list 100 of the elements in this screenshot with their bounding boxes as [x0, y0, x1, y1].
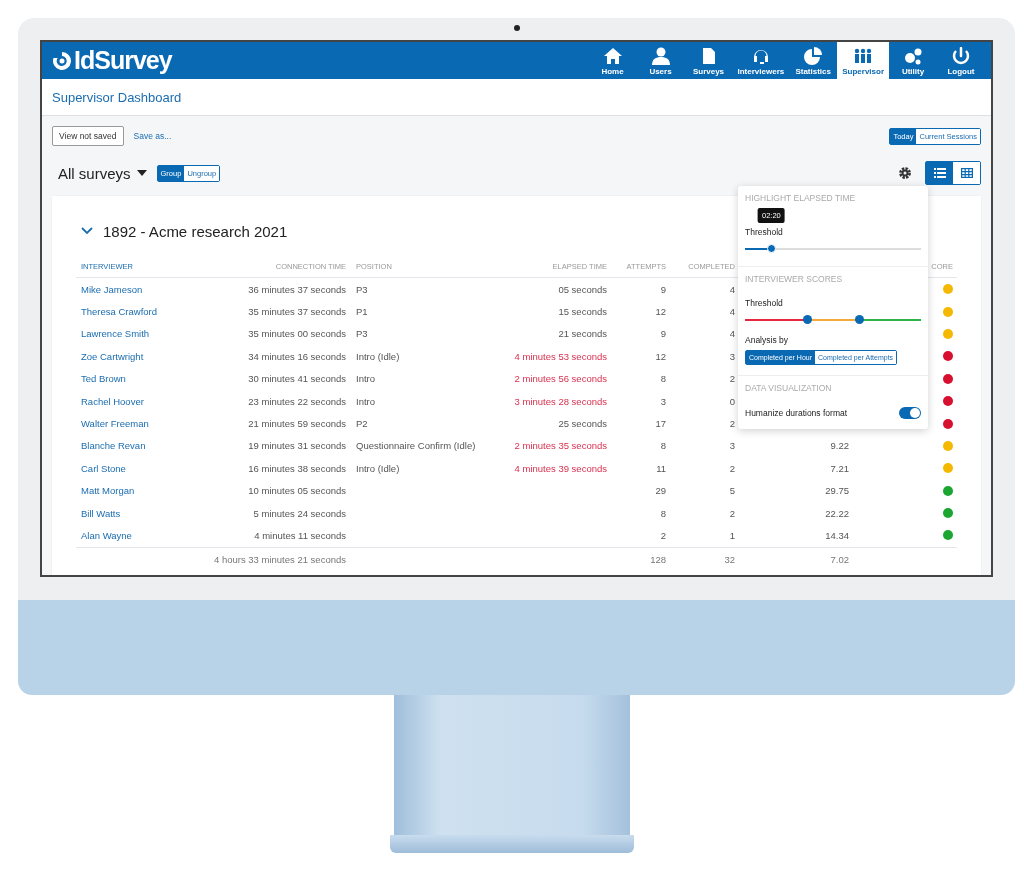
people-icon	[853, 47, 874, 65]
survey-dropdown[interactable]: All surveys	[58, 164, 147, 182]
interviewer-link[interactable]: Rachel Hoover	[81, 395, 144, 407]
toggle-label: Humanize durations format	[745, 408, 848, 418]
total-cell: 7.02	[830, 554, 849, 566]
threshold-label: Threshold	[745, 227, 784, 237]
table-cell: Intro (Idle)	[356, 350, 400, 362]
user-icon	[650, 47, 671, 65]
table-cell: 29	[655, 485, 666, 497]
range-thumb[interactable]	[802, 315, 812, 324]
nav-item[interactable]: Users	[636, 42, 685, 79]
toggle-switch[interactable]	[899, 407, 921, 419]
table-cell: 0	[729, 395, 735, 407]
table-cell: 12	[655, 350, 666, 362]
table-cell: 4 minutes 11 seconds	[254, 530, 346, 541]
total-cell: 128	[650, 554, 666, 566]
table-cell: 3	[729, 440, 735, 452]
table-cell: 17	[655, 418, 666, 430]
total-cell: 4 hours 33 minutes 21 seconds	[213, 554, 346, 566]
home-icon	[602, 47, 623, 65]
total-cell: 32	[724, 554, 735, 566]
table-cell: Intro (Idle)	[356, 462, 400, 474]
table-cell: 23 minutes 22 seconds	[248, 395, 346, 407]
interviewer-link[interactable]: Zoe Cartwright	[81, 350, 144, 362]
section-heading: HIGHLIGHT ELAPSED TIME	[745, 193, 857, 203]
table-cell: 2	[729, 462, 735, 474]
table-cell: 30 minutes 41 seconds	[248, 373, 346, 385]
interviewer-link[interactable]: Ted Brown	[81, 373, 126, 385]
nav-item[interactable]: Utility	[889, 42, 937, 79]
list-view-button[interactable]	[926, 162, 953, 184]
table-cell: 4 minutes 39 seconds	[514, 462, 607, 474]
table-cell: 35 minutes 00 seconds	[248, 328, 346, 340]
table-cell: 4	[729, 283, 735, 295]
table-cell: 12	[655, 306, 666, 318]
table-cell: 9.22	[830, 440, 849, 452]
table-cell: 16 minutes 38 seconds	[248, 462, 346, 474]
table-cell: 2 minutes 35 seconds	[514, 440, 607, 452]
table-cell: 9	[660, 283, 666, 295]
table-cell: Questionnaire Confirm (Idle)	[356, 440, 476, 452]
nav-item[interactable]: Interviewers	[732, 42, 790, 79]
table-cell: 1	[729, 530, 735, 541]
table-cell: 15 seconds	[558, 306, 607, 318]
table-cell: 4 minutes 53 seconds	[514, 350, 607, 362]
table-cell: P3	[356, 283, 368, 295]
section-heading: INTERVIEWER SCORES	[745, 274, 844, 284]
table-cell: 21 seconds	[558, 328, 607, 340]
table-cell: 05 seconds	[558, 283, 607, 295]
page-title: Supervisor Dashboard	[52, 89, 182, 105]
interviewer-link[interactable]: Lawrence Smith	[81, 328, 150, 340]
table-cell: 29.75	[825, 485, 849, 497]
nav-item[interactable]: Home	[588, 42, 637, 79]
power-icon	[951, 47, 971, 65]
table-cell: 8	[660, 507, 666, 519]
table-cell: 21 minutes 59 seconds	[248, 418, 346, 430]
table-cell: 25 seconds	[558, 418, 607, 430]
table-cell: 3	[729, 350, 735, 362]
table-cell: 19 minutes 31 seconds	[248, 440, 346, 452]
interviewer-link[interactable]: Carl Stone	[81, 462, 126, 474]
slider-thumb[interactable]	[767, 244, 777, 253]
table-cell: 3	[660, 395, 666, 407]
table-cell: 5 minutes 24 seconds	[253, 507, 346, 519]
table-cell: 36 minutes 37 seconds	[248, 283, 346, 295]
interviewer-link[interactable]: Blanche Revan	[81, 440, 146, 452]
nav-item[interactable]: Logout	[937, 42, 985, 79]
interviewer-link[interactable]: Theresa Crawford	[81, 306, 158, 318]
interviewer-link[interactable]: Mike Jameson	[81, 283, 143, 295]
table-cell: 8	[660, 373, 666, 385]
table-cell: 14.34	[825, 530, 849, 541]
nav-item[interactable]: Surveys	[684, 42, 733, 79]
table-cell: 2	[660, 530, 666, 541]
table-cell: P1	[356, 306, 368, 318]
settings-icon[interactable]	[898, 166, 912, 180]
view-button[interactable]: View not saved	[52, 126, 124, 146]
table-cell: 2 minutes 56 seconds	[514, 373, 607, 385]
table-cell: 4	[729, 328, 735, 340]
logo-icon	[52, 50, 72, 71]
table-cell: 22.22	[825, 507, 849, 519]
table-cell: 10 minutes 05 seconds	[248, 485, 346, 497]
save-as-link[interactable]: Save as...	[133, 131, 172, 141]
interviewer-link[interactable]: Alan Wayne	[81, 530, 132, 541]
interviewer-link[interactable]: Walter Freeman	[81, 418, 149, 430]
logo-text: IdSurvey	[74, 46, 172, 75]
interviewer-link[interactable]: Bill Watts	[81, 507, 121, 519]
table-cell: 3 minutes 28 seconds	[514, 395, 607, 407]
threshold-label: Threshold	[745, 298, 784, 308]
grid-icon	[960, 168, 973, 178]
survey-title: 1892 - Acme research 2021	[103, 222, 288, 240]
chevron-icon[interactable]	[81, 227, 93, 235]
grid-view-button[interactable]	[953, 162, 980, 184]
interviewer-link[interactable]: Matt Morgan	[81, 485, 135, 497]
table-cell: 2	[729, 418, 735, 430]
table-cell: 2	[729, 373, 735, 385]
caret-icon	[136, 170, 147, 176]
table-cell: P2	[356, 418, 368, 430]
table-cell: 34 minutes 16 seconds	[248, 350, 346, 362]
nav-item[interactable]: Supervisor	[837, 42, 889, 79]
nav-item[interactable]: Statistics	[789, 42, 838, 79]
range-thumb[interactable]	[855, 315, 865, 324]
table-cell: Intro	[356, 373, 375, 385]
pie-chart-icon	[803, 47, 824, 65]
